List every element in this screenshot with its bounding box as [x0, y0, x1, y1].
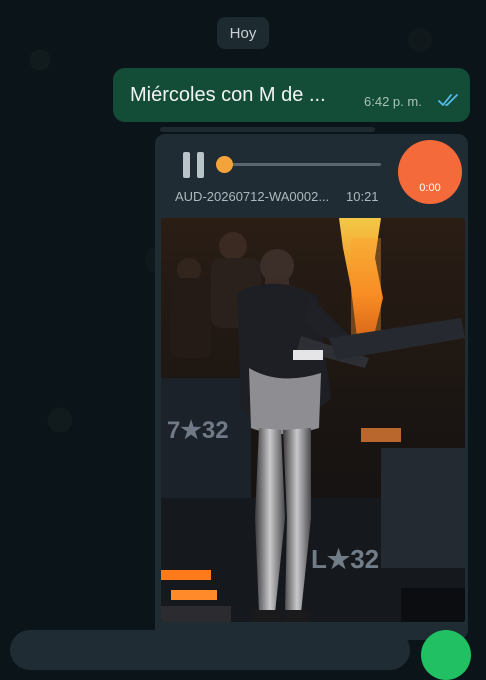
audio-file-name: AUD-20260712-WA0002...	[175, 189, 330, 204]
audio-sender-avatar[interactable]: 0:00	[398, 140, 462, 204]
microphone-button[interactable]	[421, 630, 471, 680]
audio-message: AUD-20260712-WA0002... 10:21 0:00	[157, 136, 466, 210]
message-input-bar[interactable]	[10, 630, 410, 670]
stage-logo-lower: L★32	[311, 544, 379, 574]
audio-seek-handle[interactable]	[216, 156, 233, 173]
audio-progress-track[interactable]	[225, 163, 381, 166]
stage-logo-upper: 7★32	[167, 417, 229, 444]
previous-bubble-edge	[160, 127, 375, 132]
pause-icon[interactable]	[183, 152, 205, 178]
message-text: Miércoles con M de ...	[130, 84, 326, 106]
audio-elapsed: 0:00	[419, 182, 441, 194]
read-double-check-icon	[438, 94, 458, 106]
concert-performer-photo[interactable]: 7★32 L★32	[161, 218, 465, 622]
date-separator-label: Hoy	[229, 24, 257, 42]
date-separator: Hoy	[217, 17, 269, 49]
audio-duration: 10:21	[346, 189, 379, 204]
photo-image: 7★32 L★32	[161, 218, 465, 622]
message-time: 6:42 p. m.	[364, 94, 422, 109]
outgoing-message-bubble[interactable]: Miércoles con M de ... 6:42 p. m.	[113, 68, 470, 122]
